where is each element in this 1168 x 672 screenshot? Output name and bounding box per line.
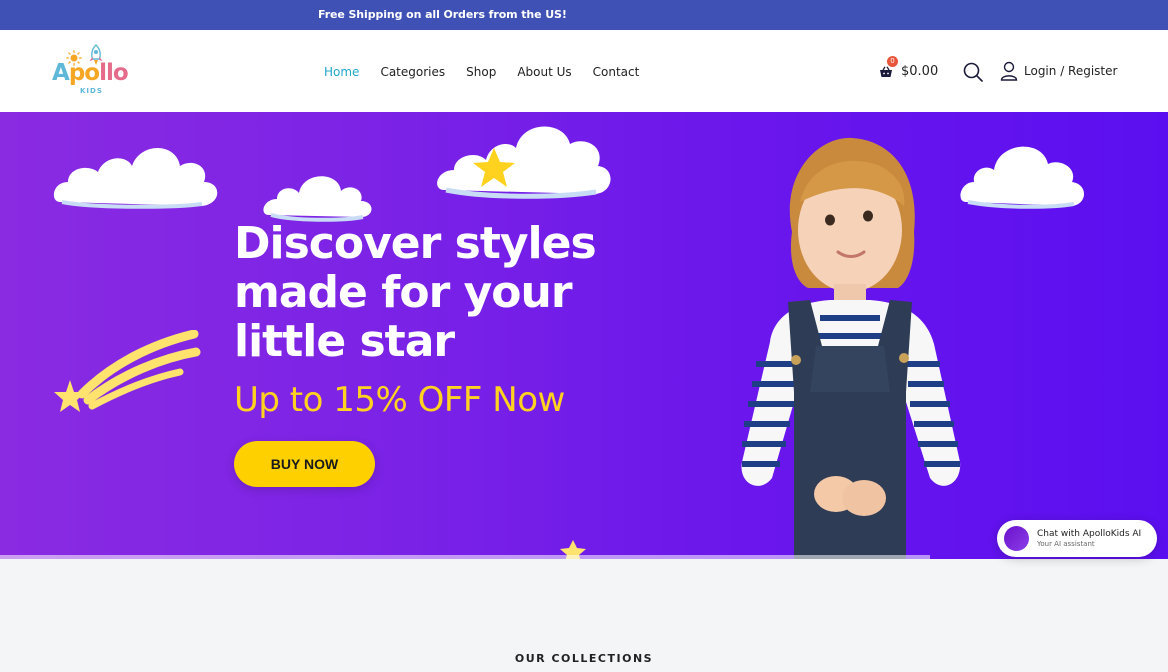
basket-icon: [880, 66, 892, 77]
user-icon: [1000, 61, 1018, 81]
headline-line: made for your: [234, 267, 573, 318]
cart-total[interactable]: $0.00: [901, 64, 938, 79]
hero-banner: Discover styles made for your little sta…: [0, 112, 1168, 559]
chat-widget-title: Chat with ApolloKids AI: [1037, 529, 1142, 539]
logo-subtitle: KIDS: [80, 87, 103, 95]
chat-avatar-icon: [1004, 526, 1029, 551]
nav-home[interactable]: Home: [324, 65, 359, 79]
buy-now-button[interactable]: BUY NOW: [234, 441, 375, 487]
cart-count-badge: 0: [887, 56, 898, 67]
headline-line: Discover styles: [234, 218, 597, 269]
nav-contact[interactable]: Contact: [593, 65, 640, 79]
shooting-star-icon: [54, 330, 201, 412]
announcement-text: Free Shipping on all Orders from the US!: [318, 8, 567, 21]
slider-progress-bar: [0, 555, 930, 559]
search-button[interactable]: [963, 62, 983, 86]
main-nav: Home Categories Shop About Us Contact: [324, 65, 660, 79]
account-button[interactable]: [1000, 61, 1018, 85]
cloud-decoration: [437, 126, 611, 199]
login-register-link[interactable]: Login / Register: [1024, 64, 1117, 78]
logo[interactable]: Apollo KIDS: [50, 44, 134, 100]
section-title: OUR COLLECTIONS: [514, 652, 654, 665]
hero-child-image: [741, 137, 961, 559]
nav-about-us[interactable]: About Us: [517, 65, 571, 79]
announcement-bar: Free Shipping on all Orders from the US!: [0, 0, 1168, 30]
ai-chat-widget[interactable]: Chat with ApolloKids AI Your AI assistan…: [997, 520, 1157, 557]
search-icon: [963, 62, 983, 82]
hero-headline: Discover styles made for your little sta…: [234, 219, 654, 366]
cloud-decoration: [960, 146, 1084, 209]
nav-shop[interactable]: Shop: [466, 65, 496, 79]
nav-categories[interactable]: Categories: [380, 65, 445, 79]
cart-button[interactable]: 0: [879, 56, 898, 82]
cloud-decoration: [263, 176, 372, 222]
logo-wordmark: Apollo: [52, 60, 129, 86]
cloud-decoration: [53, 148, 218, 209]
site-header: Apollo KIDS Home Categories Shop About U…: [0, 30, 1168, 112]
chat-widget-subtitle: Your AI assistant: [1037, 540, 1095, 548]
hero-offer-text: Up to 15% OFF Now: [234, 380, 565, 420]
headline-line: little star: [234, 316, 455, 367]
